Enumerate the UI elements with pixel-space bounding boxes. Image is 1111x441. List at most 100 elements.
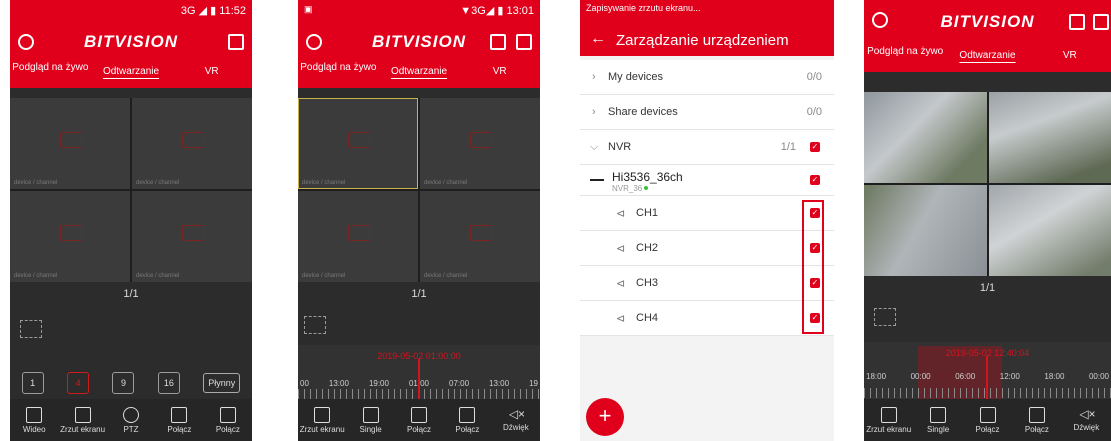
camera-icon	[60, 224, 82, 241]
tick-label: 18:00	[866, 372, 887, 381]
single-button[interactable]: Single	[346, 399, 394, 441]
video-cell-selected[interactable]: device / channel	[298, 98, 418, 189]
list-item-channel[interactable]: ⊲ CH4 ✓	[580, 301, 834, 336]
video-cell[interactable]: device / channel	[420, 191, 540, 282]
connect-icon	[171, 407, 188, 423]
tick-label: 00:00	[1088, 372, 1109, 381]
camera-icon	[182, 224, 204, 241]
tab-vr[interactable]: VR	[459, 60, 540, 84]
calendar-icon[interactable]	[1069, 14, 1085, 30]
channel-label: CH2	[636, 242, 659, 254]
timeline-cursor[interactable]	[986, 356, 988, 399]
playback-timeline[interactable]: 2019-05-02 01:00:00 00 13:00 19:00 01:00…	[298, 345, 540, 399]
list-item-my-devices[interactable]: › My devices 0/0	[580, 60, 834, 95]
list-item-channel[interactable]: ⊲ CH2 ✓	[580, 231, 834, 266]
list-item-nvr[interactable]: ⌵ NVR 1/1 ✓	[580, 130, 834, 165]
device-list-icon[interactable]	[516, 34, 532, 50]
connect-button[interactable]: Połącz	[155, 399, 203, 441]
bottom-label: Single	[359, 425, 382, 434]
screenshot-button[interactable]: Zrzut ekranu	[58, 399, 106, 441]
cell-caption: device / channel	[424, 180, 468, 186]
bottom-toolbar: Zrzut ekranu Single Połącz Połącz ◁× Dźwi…	[298, 399, 540, 441]
camera-icon	[182, 131, 204, 148]
nvr-checkbox[interactable]: ✓	[810, 142, 820, 152]
screenshot-button[interactable]: Zrzut ekranu	[864, 399, 913, 441]
tab-playback[interactable]: Odtwarzanie	[946, 44, 1028, 68]
video-grid: device / channel device / channel device…	[10, 98, 252, 282]
video-button[interactable]: Wideo	[10, 399, 58, 441]
row-count: 1/1	[780, 141, 796, 153]
connect-button[interactable]: Połącz	[395, 399, 443, 441]
sound-button[interactable]: ◁× Dźwięk	[492, 399, 540, 441]
device-list-icon[interactable]	[228, 34, 244, 50]
tab-live[interactable]: Podgląd na żywo	[864, 44, 946, 68]
split-1-button[interactable]: 1	[21, 372, 44, 394]
playback-timeline[interactable]: 2019-05-02 12:40:04 18:00 00:00 06:00 12…	[864, 342, 1111, 399]
connect-all-button[interactable]: Połącz	[1012, 399, 1061, 441]
video-cell[interactable]: device / channel	[10, 98, 130, 189]
tick-label: 07:00	[449, 379, 470, 388]
row-label: Share devices	[608, 106, 678, 118]
video-cell[interactable]: device / channel	[298, 191, 418, 282]
split-16-button[interactable]: 16	[157, 372, 180, 394]
device-list-icon[interactable]	[1093, 14, 1109, 30]
bottom-label: Połącz	[975, 425, 1000, 434]
add-device-button[interactable]: +	[586, 398, 624, 436]
list-item-channel[interactable]: ⊲ CH3 ✓	[580, 266, 834, 301]
status-bar: ▣ ▼3G◢ ▮ 13:01	[298, 0, 540, 20]
tab-vr[interactable]: VR	[171, 60, 252, 84]
tab-playback[interactable]: Odtwarzanie	[379, 60, 460, 84]
cell-caption: device / channel	[302, 180, 346, 186]
snapshot-thumb-icon[interactable]	[20, 320, 42, 338]
ptz-button[interactable]: PTZ	[107, 399, 155, 441]
video-cell[interactable]: device / channel	[10, 191, 130, 282]
video-feed[interactable]	[988, 92, 1111, 183]
list-item-channel[interactable]: ⊲ CH1 ✓	[580, 196, 834, 231]
bottom-label: Wideo	[22, 425, 46, 434]
bottom-label: Dźwięk	[1073, 423, 1100, 432]
screenshot-button[interactable]: Zrzut ekranu	[298, 399, 346, 441]
snapshot-thumb-icon[interactable]	[304, 316, 326, 334]
sound-button[interactable]: ◁× Dźwięk	[1062, 399, 1111, 441]
tab-live[interactable]: Podgląd na żywo	[10, 60, 91, 84]
split-4-button[interactable]: 4	[67, 372, 90, 394]
connect-all-button[interactable]: Połącz	[204, 399, 252, 441]
grid-icon	[219, 407, 236, 423]
page-indicator: 1/1	[411, 288, 427, 300]
mute-icon: ◁×	[1079, 407, 1096, 421]
single-button[interactable]: Single	[913, 399, 962, 441]
split-9-button[interactable]: 9	[112, 372, 135, 394]
calendar-icon[interactable]	[490, 34, 506, 50]
video-feed[interactable]	[864, 92, 987, 183]
quality-button[interactable]: Płynny	[203, 373, 241, 393]
single-view-icon	[930, 407, 947, 423]
video-cell[interactable]: device / channel	[132, 191, 252, 282]
tab-live[interactable]: Podgląd na żywo	[298, 60, 379, 84]
list-item-device[interactable]: Hi3536_36ch NVR_36 ✓	[580, 165, 834, 196]
video-cell[interactable]: device / channel	[420, 98, 540, 189]
mode-tabs: Podgląd na żywo Odtwarzanie VR	[864, 44, 1111, 68]
video-feed[interactable]	[864, 185, 987, 276]
screenshot-icon	[880, 407, 897, 423]
snapshot-thumb-icon[interactable]	[874, 308, 896, 326]
row-count: 0/0	[806, 71, 822, 83]
list-item-share-devices[interactable]: › Share devices 0/0	[580, 95, 834, 130]
tick-label: 00	[300, 379, 309, 388]
chevron-right-icon: ›	[592, 71, 596, 83]
video-feed[interactable]	[988, 185, 1111, 276]
online-status-dot	[644, 186, 648, 190]
camera-icon: ⊲	[616, 278, 626, 290]
device-name: Hi3536_36ch	[612, 170, 683, 184]
connect-all-button[interactable]: Połącz	[443, 399, 491, 441]
timeline-cursor[interactable]	[418, 359, 420, 399]
tick-label: 12:00	[999, 372, 1020, 381]
tab-playback[interactable]: Odtwarzanie	[91, 60, 172, 84]
video-cell[interactable]: device / channel	[132, 98, 252, 189]
bottom-label: Połącz	[167, 425, 192, 434]
device-checkbox[interactable]: ✓	[810, 175, 820, 185]
bottom-label: Połącz	[407, 425, 432, 434]
bottom-toolbar: Zrzut ekranu Single Połącz Połącz ◁× Dźwi…	[864, 399, 1111, 441]
tab-vr[interactable]: VR	[1029, 44, 1111, 68]
connect-button[interactable]: Połącz	[963, 399, 1012, 441]
back-arrow-icon[interactable]: ←	[590, 30, 606, 48]
